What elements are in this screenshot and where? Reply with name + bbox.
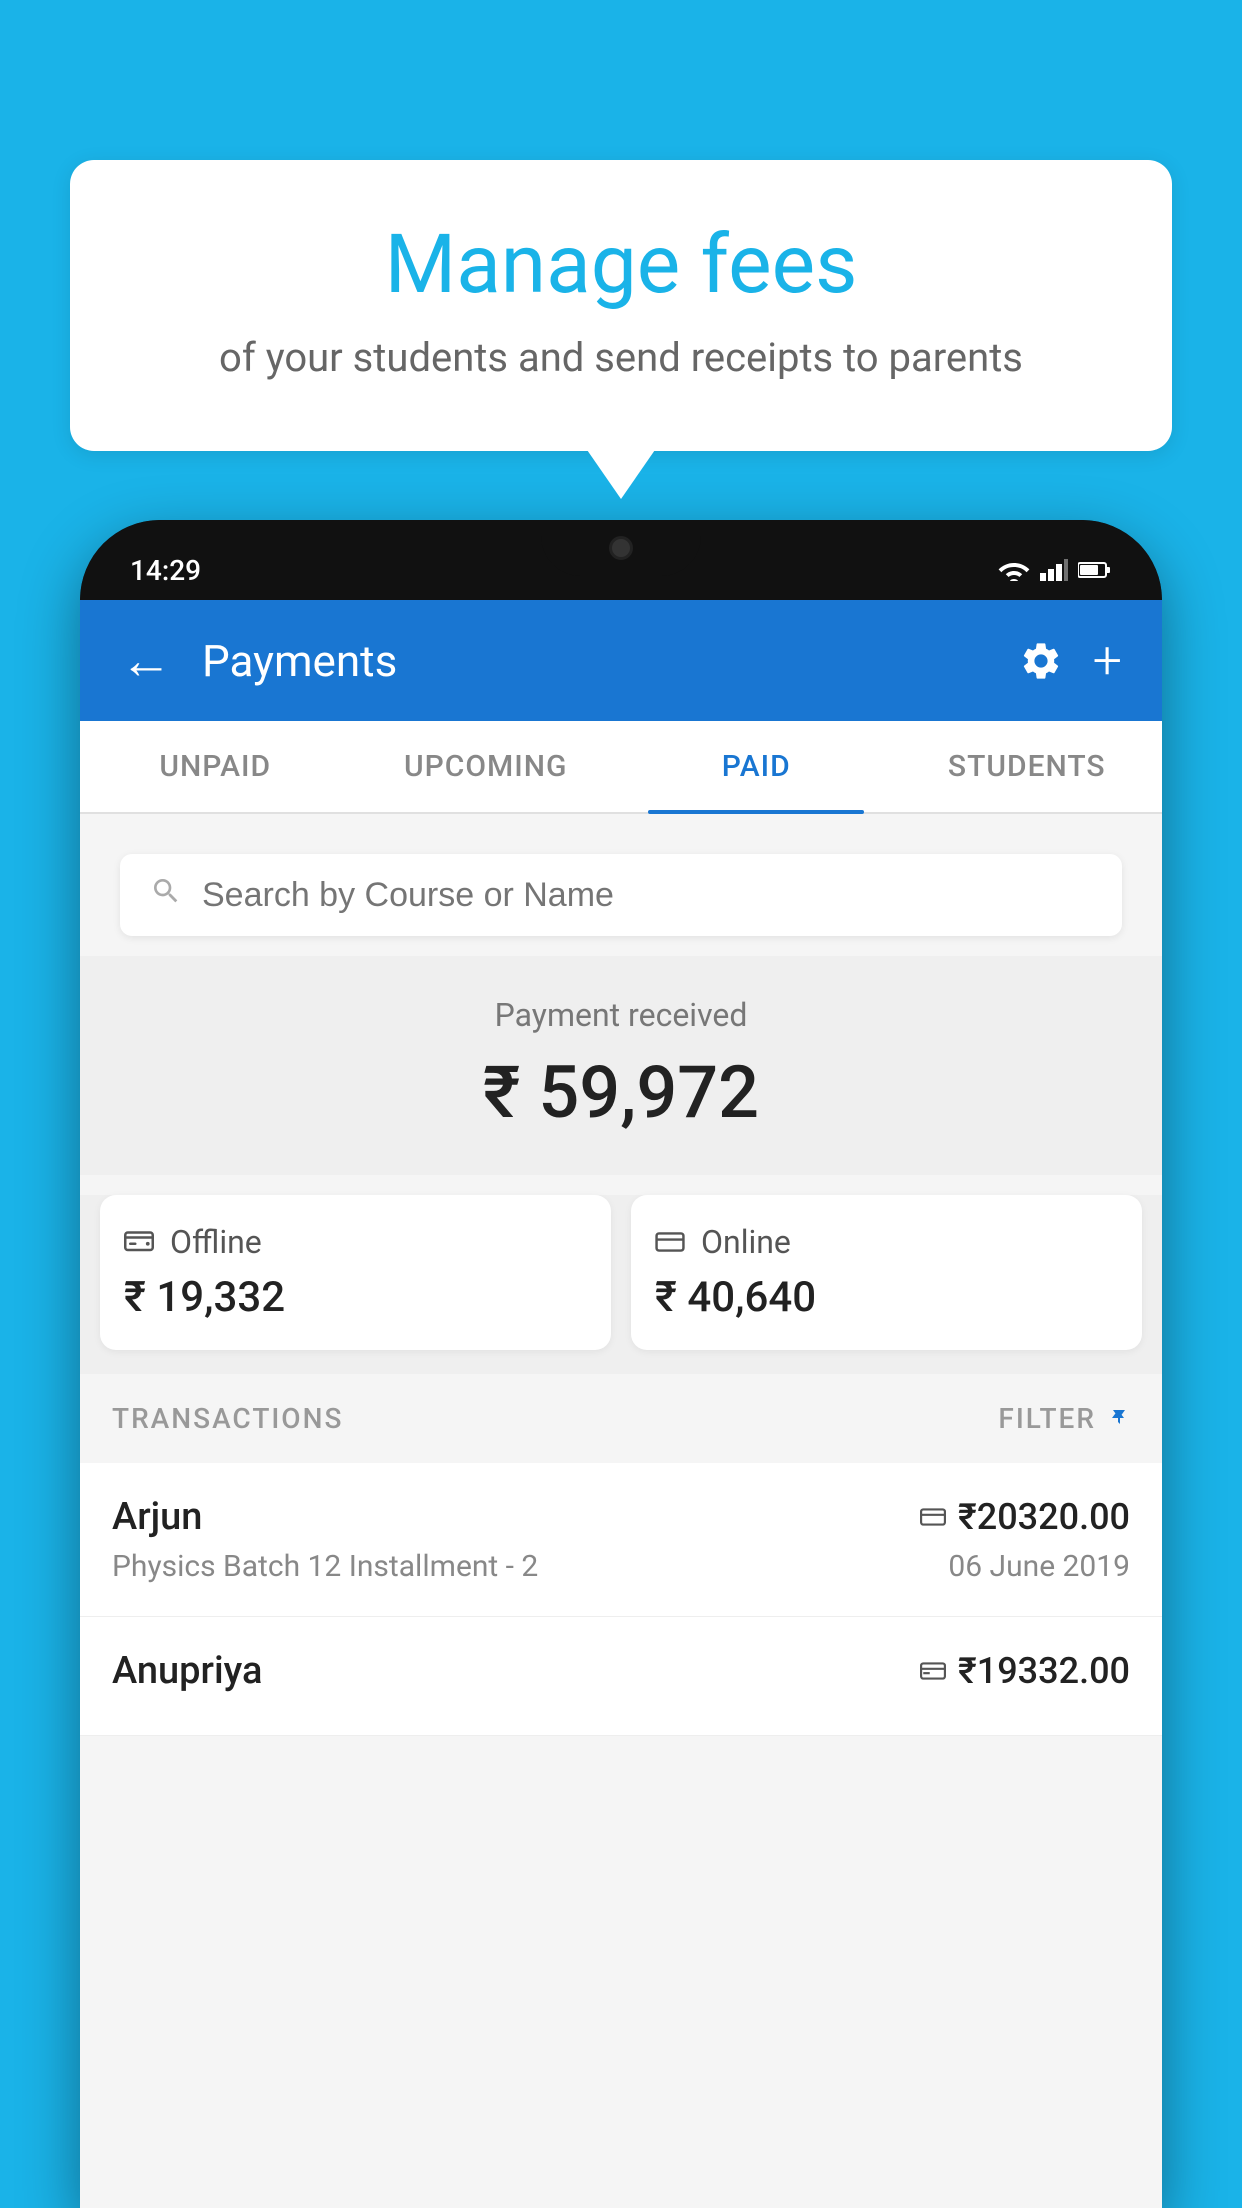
- tab-paid[interactable]: PAID: [621, 721, 892, 812]
- phone-frame: 14:29: [80, 520, 1162, 2208]
- offline-icon: [124, 1223, 154, 1261]
- payment-cards-container: Offline ₹ 19,332 Online ₹: [80, 1195, 1162, 1374]
- tab-upcoming[interactable]: UPCOMING: [351, 721, 622, 812]
- filter-icon: [1106, 1402, 1130, 1435]
- payment-received-label: Payment received: [100, 996, 1142, 1034]
- offline-label: Offline: [170, 1223, 262, 1261]
- tab-students[interactable]: STUDENTS: [892, 721, 1163, 812]
- transaction-payment-icon-2: [920, 1655, 946, 1688]
- online-icon: [655, 1223, 685, 1261]
- transactions-header: TRANSACTIONS FILTER: [80, 1374, 1162, 1463]
- wifi-icon: [998, 559, 1030, 581]
- filter-label: FILTER: [998, 1402, 1096, 1435]
- add-button[interactable]: +: [1093, 630, 1122, 691]
- speech-bubble-subtitle: of your students and send receipts to pa…: [150, 334, 1092, 381]
- phone-notch: [541, 520, 701, 576]
- transaction-description: Physics Batch 12 Installment - 2: [112, 1549, 538, 1584]
- offline-amount: ₹ 19,332: [124, 1273, 587, 1322]
- transaction-row-top-2: Anupriya ₹19332.00: [112, 1649, 1130, 1693]
- transaction-name-2: Anupriya: [112, 1649, 262, 1693]
- phone-status-icons: [998, 559, 1112, 581]
- search-icon: [150, 874, 182, 916]
- payment-received-amount: ₹ 59,972: [100, 1050, 1142, 1135]
- transaction-payment-icon: [920, 1501, 946, 1534]
- app-header: ← Payments +: [80, 600, 1162, 721]
- speech-bubble-title: Manage fees: [150, 220, 1092, 310]
- filter-button[interactable]: FILTER: [998, 1402, 1130, 1435]
- battery-icon: [1078, 561, 1112, 579]
- transaction-amount-2: ₹19332.00: [958, 1650, 1130, 1692]
- phone-camera: [609, 536, 633, 560]
- transaction-row-bottom: Physics Batch 12 Installment - 2 06 June…: [112, 1549, 1130, 1584]
- phone-time: 14:29: [130, 554, 201, 587]
- transaction-date: 06 June 2019: [948, 1549, 1130, 1584]
- online-card-header: Online: [655, 1223, 1118, 1261]
- online-amount: ₹ 40,640: [655, 1273, 1118, 1322]
- phone-top-bar: 14:29: [80, 520, 1162, 600]
- transactions-title: TRANSACTIONS: [112, 1402, 343, 1435]
- back-button[interactable]: ←: [120, 630, 172, 691]
- online-label: Online: [701, 1223, 791, 1261]
- transaction-amount-container: ₹20320.00: [920, 1496, 1130, 1538]
- speech-bubble-container: Manage fees of your students and send re…: [70, 160, 1172, 451]
- transaction-row-top: Arjun ₹20320.00: [112, 1495, 1130, 1539]
- transaction-amount-container-2: ₹19332.00: [920, 1650, 1130, 1692]
- page-title: Payments: [202, 635, 1019, 687]
- offline-card-header: Offline: [124, 1223, 587, 1261]
- search-input[interactable]: [202, 876, 1092, 915]
- header-actions: +: [1019, 630, 1122, 691]
- offline-payment-card: Offline ₹ 19,332: [100, 1195, 611, 1350]
- search-bar[interactable]: [120, 854, 1122, 936]
- payment-received-section: Payment received ₹ 59,972: [80, 956, 1162, 1175]
- transaction-name: Arjun: [112, 1495, 202, 1539]
- speech-bubble: Manage fees of your students and send re…: [70, 160, 1172, 451]
- tab-unpaid[interactable]: UNPAID: [80, 721, 351, 812]
- settings-icon[interactable]: [1019, 639, 1063, 683]
- transaction-item-anupriya[interactable]: Anupriya ₹19332.00: [80, 1617, 1162, 1736]
- background: Manage fees of your students and send re…: [0, 0, 1242, 2208]
- tabs-container: UNPAID UPCOMING PAID STUDENTS: [80, 721, 1162, 814]
- online-payment-card: Online ₹ 40,640: [631, 1195, 1142, 1350]
- signal-icon: [1040, 559, 1068, 581]
- transaction-item-arjun[interactable]: Arjun ₹20320.00 Physics Batch 12 Install…: [80, 1463, 1162, 1617]
- transaction-amount: ₹20320.00: [958, 1496, 1130, 1538]
- phone-screen: ← Payments + UNPAID UPCOMING PAID STUDEN…: [80, 600, 1162, 2208]
